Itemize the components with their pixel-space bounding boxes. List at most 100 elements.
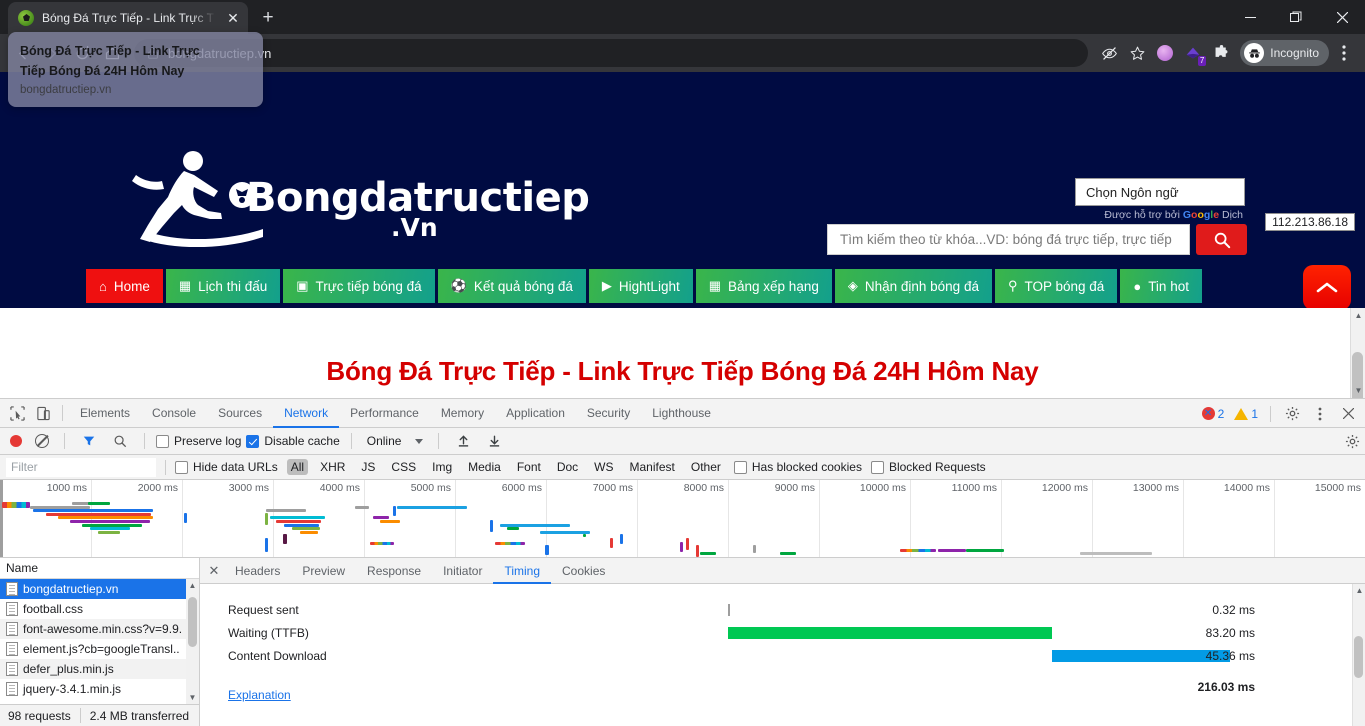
tab-security[interactable]: Security bbox=[576, 399, 641, 428]
device-toolbar-icon[interactable] bbox=[30, 400, 56, 426]
request-row[interactable]: jquery-3.4.1.min.js bbox=[0, 679, 199, 699]
search-icon[interactable] bbox=[107, 428, 133, 454]
search-button[interactable] bbox=[1196, 224, 1247, 255]
minimize-icon[interactable] bbox=[1227, 0, 1273, 34]
filter-input[interactable] bbox=[6, 458, 156, 477]
tab-console[interactable]: Console bbox=[141, 399, 207, 428]
site-logo[interactable]: Bongdatructiep .Vn bbox=[98, 147, 428, 252]
nav-item-news[interactable]: ● Tin hot bbox=[1120, 269, 1202, 303]
scrollbar-up-arrow[interactable]: ▲ bbox=[1351, 308, 1365, 323]
nav-item-home[interactable]: ⌂ Home bbox=[86, 269, 163, 303]
chrome-menu-icon[interactable] bbox=[1331, 40, 1357, 66]
filter-type-xhr[interactable]: XHR bbox=[316, 459, 349, 475]
detail-tab-initiator[interactable]: Initiator bbox=[432, 558, 493, 584]
nav-item-results[interactable]: ⚽ Kết quả bóng đá bbox=[438, 269, 586, 303]
page-scrollbar[interactable]: ▲ ▼ bbox=[1350, 308, 1365, 398]
tab-network[interactable]: Network bbox=[273, 399, 339, 428]
window-close-icon[interactable] bbox=[1319, 0, 1365, 34]
network-overview-timeline[interactable]: 1000 ms2000 ms3000 ms4000 ms5000 ms6000 … bbox=[0, 480, 1365, 558]
scrollbar-down-arrow[interactable]: ▼ bbox=[186, 691, 199, 704]
throttle-select[interactable]: Online bbox=[363, 434, 428, 448]
request-count: 98 requests bbox=[8, 709, 71, 723]
request-row[interactable]: element.js?cb=googleTransl.. bbox=[0, 639, 199, 659]
filter-type-css[interactable]: CSS bbox=[387, 459, 420, 475]
search-input[interactable] bbox=[827, 224, 1190, 255]
request-column-header[interactable]: Name bbox=[0, 558, 199, 579]
maximize-icon[interactable] bbox=[1273, 0, 1319, 34]
scrollbar-up-arrow[interactable]: ▲ bbox=[1353, 584, 1365, 597]
network-settings-gear-icon[interactable] bbox=[1339, 428, 1365, 454]
request-row[interactable]: defer_plus.min.js bbox=[0, 659, 199, 679]
nav-item-analysis[interactable]: ◈ Nhận định bóng đá bbox=[835, 269, 992, 303]
inspect-element-icon[interactable] bbox=[4, 400, 30, 426]
filter-type-doc[interactable]: Doc bbox=[553, 459, 582, 475]
google-brand: Google bbox=[1183, 209, 1219, 221]
extension-pink-icon[interactable] bbox=[1152, 40, 1178, 66]
close-icon[interactable]: ✕ bbox=[224, 9, 242, 27]
export-har-icon[interactable] bbox=[481, 428, 507, 454]
hide-data-urls-checkbox[interactable]: Hide data URLs bbox=[175, 460, 278, 474]
browser-tab[interactable]: Bóng Đá Trực Tiếp - Link Trực T ✕ bbox=[8, 2, 248, 34]
tab-lighthouse[interactable]: Lighthouse bbox=[641, 399, 722, 428]
checkbox-box bbox=[156, 435, 169, 448]
request-list-scrollbar[interactable]: ▲ ▼ bbox=[186, 579, 199, 704]
detail-close-icon[interactable]: ✕ bbox=[204, 561, 224, 581]
filter-type-font[interactable]: Font bbox=[513, 459, 545, 475]
blocked-requests-checkbox[interactable]: Blocked Requests bbox=[871, 460, 986, 474]
detail-tab-timing[interactable]: Timing bbox=[493, 558, 551, 584]
explanation-link[interactable]: Explanation bbox=[228, 688, 291, 702]
clear-icon[interactable] bbox=[35, 434, 49, 448]
detail-scrollbar[interactable]: ▲ bbox=[1352, 584, 1365, 726]
filter-type-ws[interactable]: WS bbox=[590, 459, 617, 475]
tab-memory[interactable]: Memory bbox=[430, 399, 495, 428]
detail-scrollbar-thumb[interactable] bbox=[1354, 636, 1363, 678]
tab-application[interactable]: Application bbox=[495, 399, 576, 428]
preserve-log-checkbox[interactable]: Preserve log bbox=[156, 434, 241, 448]
scrollbar-up-arrow[interactable]: ▲ bbox=[186, 579, 199, 592]
detail-tab-preview[interactable]: Preview bbox=[291, 558, 356, 584]
tab-elements[interactable]: Elements bbox=[69, 399, 141, 428]
settings-gear-icon[interactable] bbox=[1279, 401, 1305, 427]
nav-item-highlight[interactable]: ▶ HightLight bbox=[589, 269, 693, 303]
address-bar[interactable]: bongdatructiep.vn bbox=[134, 39, 1088, 67]
nav-item-top[interactable]: ⚲ TOP bóng đá bbox=[995, 269, 1117, 303]
incognito-profile-button[interactable]: Incognito bbox=[1240, 40, 1329, 66]
request-list[interactable]: bongdatructiep.vn football.css font-awes… bbox=[0, 579, 199, 704]
nav-item-schedule[interactable]: ▦ Lịch thi đấu bbox=[166, 269, 280, 303]
disable-cache-checkbox[interactable]: Disable cache bbox=[246, 434, 339, 448]
language-select[interactable]: Chọn Ngôn ngữ bbox=[1075, 178, 1245, 206]
tab-sources[interactable]: Sources bbox=[207, 399, 273, 428]
detail-tab-cookies[interactable]: Cookies bbox=[551, 558, 616, 584]
warning-count-badge[interactable]: 1 bbox=[1230, 407, 1262, 421]
devtools-menu-icon[interactable] bbox=[1307, 401, 1333, 427]
filter-type-media[interactable]: Media bbox=[464, 459, 505, 475]
scrollbar-down-arrow[interactable]: ▼ bbox=[1351, 383, 1365, 398]
filter-type-all[interactable]: All bbox=[287, 459, 308, 475]
extension-purple-icon[interactable]: 7 bbox=[1180, 40, 1206, 66]
request-row[interactable]: football.css bbox=[0, 599, 199, 619]
filter-type-js[interactable]: JS bbox=[357, 459, 379, 475]
detail-tab-headers[interactable]: Headers bbox=[224, 558, 291, 584]
bookmark-star-icon[interactable] bbox=[1124, 40, 1150, 66]
devtools-close-icon[interactable] bbox=[1335, 401, 1361, 427]
filter-type-other[interactable]: Other bbox=[687, 459, 725, 475]
nav-item-live[interactable]: ▣ Trực tiếp bóng đá bbox=[283, 269, 434, 303]
hide-icon[interactable] bbox=[1096, 40, 1122, 66]
nav-item-standings[interactable]: ▦ Bảng xếp hạng bbox=[696, 269, 832, 303]
new-tab-button[interactable]: + bbox=[254, 4, 282, 32]
request-scrollbar-thumb[interactable] bbox=[188, 597, 197, 647]
filter-icon[interactable] bbox=[76, 428, 102, 454]
import-har-icon[interactable] bbox=[450, 428, 476, 454]
ip-autofill-suggestion[interactable]: 112.213.86.18 bbox=[1265, 213, 1355, 231]
filter-type-img[interactable]: Img bbox=[428, 459, 456, 475]
request-row[interactable]: font-awesome.min.css?v=9.9. bbox=[0, 619, 199, 639]
scroll-to-top-button[interactable] bbox=[1303, 265, 1351, 310]
has-blocked-cookies-checkbox[interactable]: Has blocked cookies bbox=[734, 460, 862, 474]
extensions-puzzle-icon[interactable] bbox=[1208, 40, 1234, 66]
detail-tab-response[interactable]: Response bbox=[356, 558, 432, 584]
filter-type-manifest[interactable]: Manifest bbox=[626, 459, 679, 475]
record-button[interactable] bbox=[10, 435, 22, 447]
tab-performance[interactable]: Performance bbox=[339, 399, 430, 428]
error-count-badge[interactable]: ✕ 2 bbox=[1198, 407, 1229, 421]
request-row[interactable]: bongdatructiep.vn bbox=[0, 579, 199, 599]
